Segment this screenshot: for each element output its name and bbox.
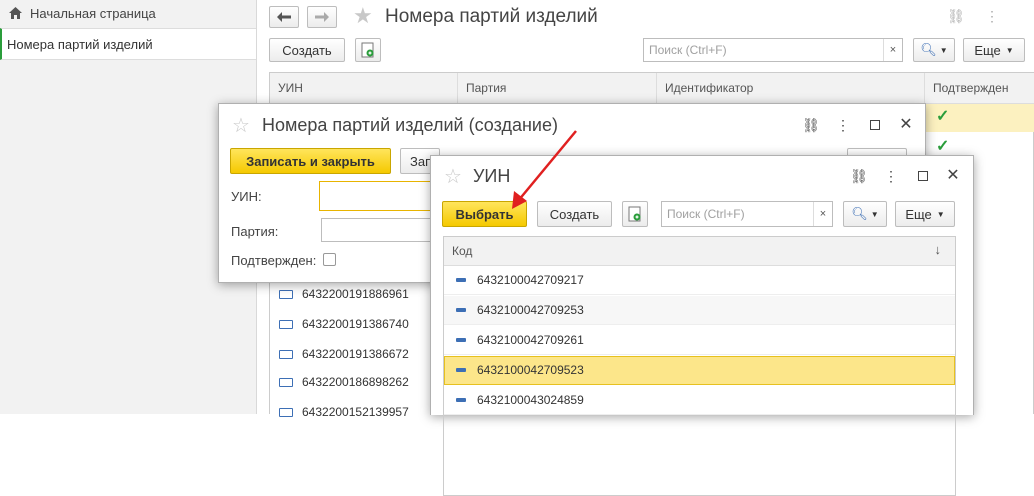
search-input[interactable]: Поиск (Ctrl+F) × (643, 38, 903, 62)
search-icon: 🔍︎ (920, 42, 937, 57)
uin-row-icon (279, 378, 293, 387)
list-item-code: 6432100042709523 (477, 363, 584, 377)
table-row-uin[interactable]: 6432200191886961 (302, 287, 409, 301)
check-icon: ✓ (936, 138, 950, 155)
favorite-star-icon[interactable]: ☆ (444, 166, 462, 188)
column-header-code[interactable]: Код (452, 244, 472, 258)
list-item-code: 6432100043024859 (477, 393, 584, 407)
list-item-code: 6432100042709253 (477, 303, 584, 317)
uin-row-icon (279, 320, 293, 329)
copy-button[interactable] (622, 201, 648, 227)
more-label: Еще (905, 206, 932, 222)
list-item[interactable]: 6432100042709217 (444, 266, 955, 295)
list-item-code: 6432100042709217 (477, 273, 584, 287)
more-vertical-icon[interactable]: ⋮ (835, 117, 851, 133)
search-icon: 🔍︎ (851, 206, 868, 221)
chevron-down-icon: ▼ (870, 209, 879, 219)
search-input[interactable]: Поиск (Ctrl+F) × (661, 201, 833, 227)
column-header-identifier[interactable]: Идентификатор (657, 73, 925, 103)
table-row-uin[interactable]: 6432200152139957 (302, 405, 409, 419)
more-menu-button[interactable]: Еще ▼ (895, 201, 955, 227)
sort-arrow-icon[interactable]: ↓ (935, 242, 942, 257)
chevron-down-icon: ▼ (1005, 45, 1014, 55)
table-row-uin[interactable]: 6432200191386740 (302, 317, 409, 331)
search-placeholder: Поиск (Ctrl+F) (667, 207, 745, 221)
uin-list: Код ↓ 6432100042709217 6432100042709253 … (443, 236, 956, 496)
uin-row-icon (279, 350, 293, 359)
uin-row-icon (279, 290, 293, 299)
more-vertical-icon[interactable]: ⋮ (883, 168, 899, 184)
search-button[interactable]: 🔍︎ ▼ (913, 38, 955, 62)
column-header-confirmed[interactable]: Подтвержден (925, 73, 1034, 103)
chevron-down-icon: ▼ (936, 209, 945, 219)
list-item[interactable]: 6432100042709253 (444, 296, 955, 325)
list-item-code: 6432100042709261 (477, 333, 584, 347)
uin-field[interactable] (319, 181, 439, 211)
uin-item-icon (456, 398, 466, 402)
uin-item-icon (456, 308, 466, 312)
confirmed-label: Подтвержден: (231, 253, 317, 268)
list-item[interactable]: 6432100042709261 (444, 326, 955, 355)
clear-icon[interactable]: × (883, 39, 902, 61)
copy-document-icon (628, 206, 641, 222)
arrow-left-icon (277, 12, 291, 22)
uin-row-icon (279, 408, 293, 417)
sidebar-item-label: Начальная страница (30, 5, 156, 21)
uin-item-icon (456, 278, 466, 282)
uin-item-icon (456, 338, 466, 342)
list-item[interactable]: 6432100043024859 (444, 386, 955, 415)
search-button[interactable]: 🔍︎ ▼ (843, 201, 887, 227)
forward-button[interactable] (307, 6, 337, 28)
batch-field[interactable] (321, 218, 439, 242)
annotation-arrow-icon (512, 130, 577, 209)
check-icon: ✓ (936, 108, 950, 125)
table-header: УИН Партия Идентификатор Подтвержден (270, 73, 1034, 104)
table-row-uin[interactable]: 6432200191386672 (302, 347, 409, 361)
batch-label: Партия: (231, 224, 279, 239)
more-menu-button[interactable]: Еще ▼ (963, 38, 1025, 62)
list-header: Код ↓ (444, 237, 955, 266)
close-icon[interactable]: ✕ (898, 116, 914, 133)
column-header-uin[interactable]: УИН (270, 73, 458, 103)
maximize-icon[interactable] (915, 168, 931, 184)
search-placeholder: Поиск (Ctrl+F) (649, 43, 727, 57)
favorite-star-icon[interactable]: ☆ (232, 115, 250, 137)
clear-icon[interactable]: × (813, 202, 832, 226)
copy-button[interactable] (355, 38, 381, 62)
page-title: Номера партий изделий (385, 6, 598, 27)
back-button[interactable] (269, 6, 299, 28)
sidebar-item-home[interactable]: Начальная страница (0, 0, 256, 26)
confirmed-checkbox[interactable] (323, 253, 336, 266)
maximize-icon[interactable] (867, 117, 883, 133)
close-icon[interactable]: ✕ (945, 167, 961, 184)
sidebar-item-label: Номера партий изделий (7, 36, 153, 52)
list-item-selected[interactable]: 6432100042709523 (444, 356, 955, 385)
create-button[interactable]: Создать (269, 38, 345, 62)
favorite-star-icon[interactable]: ★ (353, 5, 373, 27)
link-icon[interactable]: ⛓ (850, 168, 868, 184)
home-icon (8, 6, 22, 20)
uin-item-icon (456, 368, 466, 372)
table-row-uin[interactable]: 6432200186898262 (302, 375, 409, 389)
arrow-right-icon (315, 12, 329, 22)
link-icon[interactable]: ⛓ (947, 8, 965, 24)
column-header-batch[interactable]: Партия (458, 73, 657, 103)
save-and-close-button[interactable]: Записать и закрыть (230, 148, 391, 174)
copy-document-icon (361, 42, 374, 58)
more-vertical-icon[interactable]: ⋮ (984, 8, 1000, 24)
link-icon[interactable]: ⛓ (802, 117, 820, 133)
sidebar-item-batch-numbers[interactable]: Номера партий изделий (0, 28, 256, 60)
chevron-down-icon: ▼ (939, 45, 948, 55)
more-label: Еще (974, 42, 1001, 58)
uin-label: УИН: (231, 189, 262, 204)
